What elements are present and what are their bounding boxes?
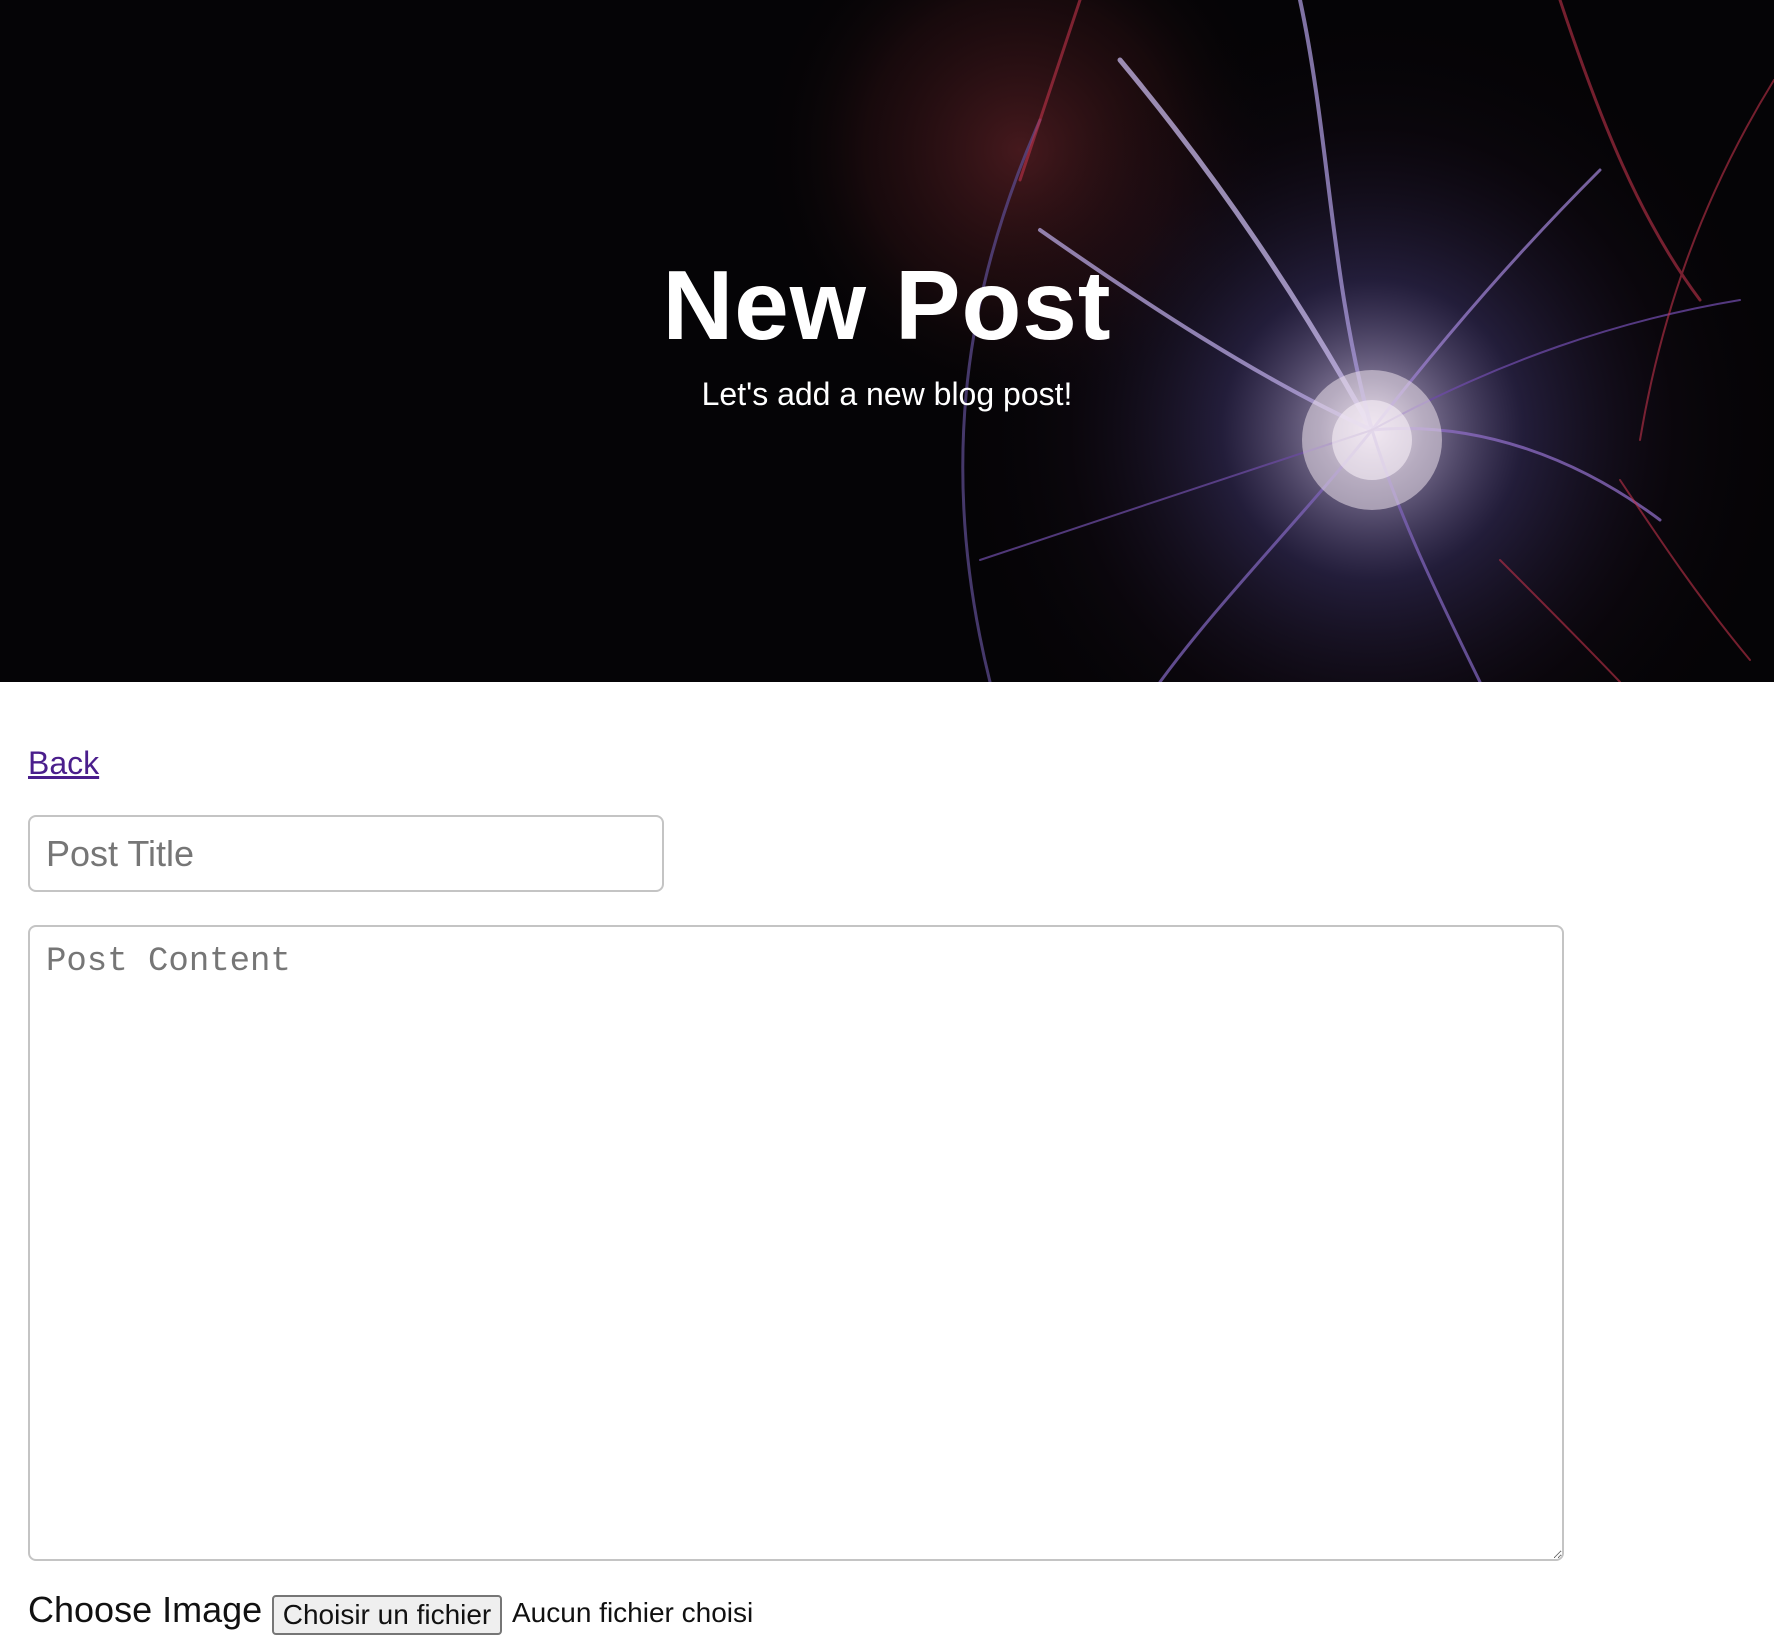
post-content-textarea[interactable] — [28, 925, 1564, 1561]
page-subtitle: Let's add a new blog post! — [701, 376, 1073, 412]
page-title: New Post — [662, 250, 1112, 360]
file-status-text: Aucun fichier choisi — [512, 1597, 754, 1628]
post-title-input[interactable] — [28, 815, 664, 892]
hero-banner: New Post Let's add a new blog post! — [0, 0, 1774, 682]
back-link[interactable]: Back — [28, 743, 99, 783]
choose-file-button[interactable]: Choisir un fichier — [272, 1595, 502, 1635]
choose-image-label: Choose Image — [28, 1589, 263, 1630]
